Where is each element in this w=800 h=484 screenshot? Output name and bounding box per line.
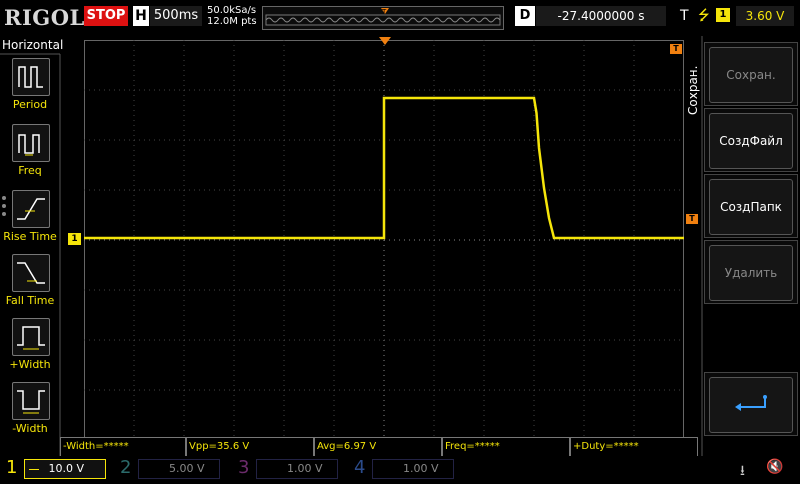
delay-label: D (515, 6, 535, 26)
freq-icon (18, 134, 40, 156)
rise-time-button[interactable] (12, 190, 50, 228)
trigger-label: T (680, 8, 689, 24)
softkey-delete[interactable]: Удалить (704, 240, 798, 304)
measure-freq: Freq=***** (442, 437, 570, 457)
period-label: Period (12, 98, 48, 111)
channel3-scale: 1.00 V (287, 462, 323, 475)
measure-neg-width: -Width=***** (60, 437, 186, 457)
freq-button[interactable] (12, 124, 50, 162)
pos-width-button[interactable] (12, 318, 50, 356)
neg-width-label: -Width (12, 422, 48, 435)
neg-width-icon (17, 390, 45, 414)
top-status-bar: RIGOL STOP H 500ms 50.0kSa/s 12.0M pts T… (0, 0, 800, 36)
channel1-coupling-icon (29, 468, 39, 470)
softkey-delete-label: Удалить (709, 245, 793, 301)
channel2-number[interactable]: 2 (120, 456, 131, 480)
pos-width-label: +Width (9, 358, 51, 371)
softkey-new-folder-label: СоздПапк (709, 179, 793, 235)
softkey-back-inner (709, 377, 793, 433)
trigger-position-marker (379, 37, 391, 45)
rigol-logo: RIGOL (4, 5, 85, 30)
pos-width-icon (17, 326, 45, 350)
channel1-ground-marker[interactable]: 1 (68, 233, 81, 245)
trigger-top-marker: T (670, 44, 682, 54)
period-icon (18, 66, 43, 88)
softkey-save-label: Сохран. (709, 47, 793, 103)
channel2-scale-box[interactable]: 5.00 V (138, 459, 220, 479)
channel1-scale-box[interactable]: 10.0 V (24, 459, 106, 479)
trigger-level-value[interactable]: 3.60 V (736, 6, 794, 26)
channel4-number[interactable]: 4 (354, 456, 365, 480)
svg-text:T: T (381, 8, 387, 16)
rising-edge-icon: ⭍ (698, 8, 710, 24)
softkey-new-folder[interactable]: СоздПапк (704, 174, 798, 238)
softkey-back[interactable] (704, 372, 798, 436)
channel1-number[interactable]: 1 (6, 456, 17, 480)
waveform-display[interactable] (84, 40, 684, 440)
timebase-value[interactable]: 500ms (150, 6, 202, 26)
fall-time-button[interactable] (12, 254, 50, 292)
right-panel-title: Сохран. (686, 65, 700, 115)
rise-time-label: Rise Time (3, 230, 57, 243)
fall-time-label: Fall Time (5, 294, 55, 307)
speaker-muted-icon: 🔇 (766, 459, 784, 475)
sample-info: 50.0kSa/s 12.0M pts (207, 5, 257, 27)
memory-depth: 12.0M pts (207, 16, 257, 27)
usb-icon: ⭳ (740, 463, 745, 479)
neg-width-button[interactable] (12, 382, 50, 420)
delay-value[interactable]: -27.4000000 s (536, 6, 666, 26)
measure-pos-duty: +Duty=***** (570, 437, 698, 457)
channel3-scale-box[interactable]: 1.00 V (256, 459, 338, 479)
softkey-save[interactable]: Сохран. (704, 42, 798, 106)
measure-vpp: Vpp=35.6 V (186, 437, 314, 457)
channel3-number[interactable]: 3 (238, 456, 249, 480)
channel1-trace (84, 96, 684, 240)
channel4-scale: 1.00 V (403, 462, 439, 475)
freq-label: Freq (18, 164, 42, 177)
sample-rate: 50.0kSa/s (207, 5, 257, 16)
period-button[interactable] (12, 58, 50, 96)
horizontal-label: H (133, 6, 149, 26)
measure-avg: Avg=6.97 V (314, 437, 442, 457)
rise-time-icon (17, 198, 45, 220)
softkey-new-file[interactable]: СоздФайл (704, 108, 798, 172)
softkey-new-file-label: СоздФайл (709, 113, 793, 169)
run-stop-indicator[interactable]: STOP (84, 6, 128, 26)
channel4-scale-box[interactable]: 1.00 V (372, 459, 454, 479)
trigger-channel: 1 (716, 8, 730, 22)
channel2-scale: 5.00 V (169, 462, 205, 475)
menu-page-dots (2, 196, 8, 226)
return-arrow-icon (735, 395, 767, 411)
memory-waveform-icon: T (265, 8, 501, 26)
fall-time-icon (17, 262, 45, 284)
channel1-scale: 10.0 V (48, 462, 85, 475)
memory-overview-strip: T (262, 6, 504, 30)
